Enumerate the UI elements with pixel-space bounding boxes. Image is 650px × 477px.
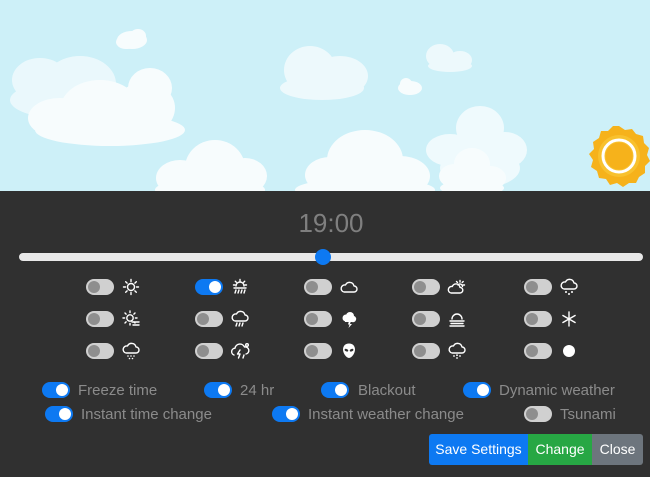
clouds-layer	[10, 29, 527, 192]
time-slider-track[interactable]	[19, 253, 643, 261]
close-button[interactable]: Close	[592, 434, 643, 465]
instant-weather-change-toggle[interactable]	[272, 406, 300, 422]
freeze-time-label: Freeze time	[78, 382, 158, 399]
cloud	[116, 29, 147, 49]
weather-toggle-cloud-hail[interactable]	[524, 279, 552, 295]
cloud	[280, 46, 368, 100]
cloud-drizzle-icon	[122, 342, 140, 360]
weather-toggle-snowflake[interactable]	[524, 311, 552, 327]
save-settings-button[interactable]: Save Settings	[429, 434, 528, 465]
weather-toggle-sun-rain[interactable]	[195, 279, 223, 295]
24-hr-label: 24 hr	[240, 382, 275, 399]
cloud-group	[10, 29, 527, 192]
snowflake-icon	[562, 311, 576, 327]
24-hr-toggle[interactable]	[204, 382, 232, 398]
alien-icon	[343, 343, 355, 358]
blackout-label: Blackout	[358, 382, 416, 399]
storm-cloud-icon	[230, 343, 250, 359]
sun-rain-icon	[232, 278, 248, 294]
tsunami-toggle[interactable]	[524, 406, 552, 422]
cloud	[426, 44, 472, 72]
sun-icon	[589, 126, 650, 187]
weather-toggle-thunder-cloud[interactable]	[304, 311, 332, 327]
instant-time-change-label: Instant time change	[81, 406, 212, 423]
time-display: 19:00	[298, 208, 364, 238]
instant-weather-change-label: Instant weather change	[308, 406, 464, 423]
weather-toggle-sun[interactable]	[86, 279, 114, 295]
weather-toggle-moon[interactable]	[524, 343, 552, 359]
weather-toggle-sun-cloud[interactable]	[412, 279, 440, 295]
sun-icon	[122, 278, 140, 296]
weather-toggle-storm-cloud[interactable]	[195, 343, 223, 359]
cloud-hail-icon	[560, 278, 578, 295]
weather-toggle-cloud-drizzle[interactable]	[86, 343, 114, 359]
fog-icon	[449, 313, 465, 327]
dynamic-weather-toggle[interactable]	[463, 382, 491, 398]
cloud	[398, 78, 422, 95]
weather-toggle-sun-haze[interactable]	[86, 311, 114, 327]
thunder-cloud-icon	[342, 312, 357, 328]
cloud	[295, 130, 435, 192]
tsunami-label: Tsunami	[560, 406, 616, 423]
freeze-time-toggle[interactable]	[42, 382, 70, 398]
dynamic-weather-label: Dynamic weather	[499, 382, 615, 399]
weather-toggle-cloud-snow[interactable]	[412, 343, 440, 359]
weather-toggle-cloud[interactable]	[304, 279, 332, 295]
cloud-rain-icon	[231, 310, 249, 327]
weather-toggle-cloud-rain[interactable]	[195, 311, 223, 327]
cloud-snow-icon	[448, 342, 466, 359]
moon-icon	[563, 345, 575, 357]
instant-time-change-toggle[interactable]	[45, 406, 73, 422]
change-button[interactable]: Change	[528, 434, 592, 465]
time-slider-thumb[interactable]	[315, 249, 331, 265]
cloud	[155, 140, 267, 192]
blackout-toggle[interactable]	[321, 382, 349, 398]
weather-toggle-fog[interactable]	[412, 311, 440, 327]
sun-cloud-icon	[447, 279, 466, 294]
weather-toggle-alien[interactable]	[304, 343, 332, 359]
cloud-icon	[340, 281, 358, 293]
sun-haze-icon	[122, 310, 140, 326]
sky-background	[0, 0, 650, 192]
